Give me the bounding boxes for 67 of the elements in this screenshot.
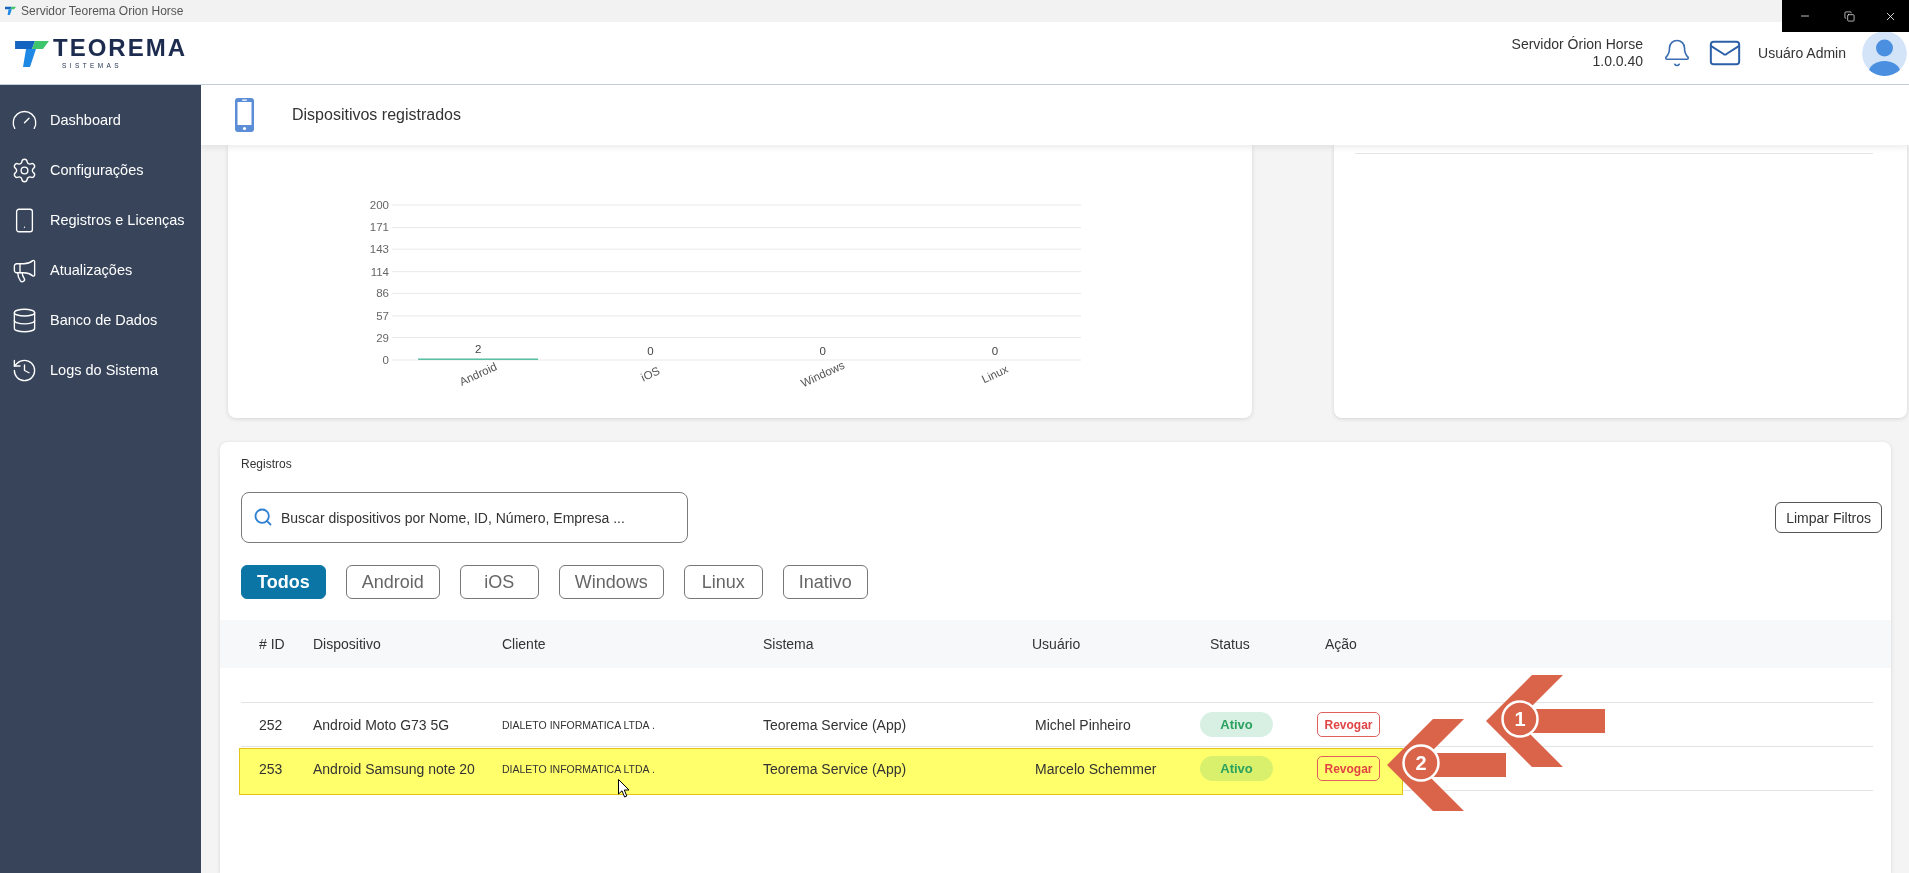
version-label: 1.0.0.40 (1592, 53, 1644, 70)
sidebar-item[interactable]: Dashboard (0, 95, 201, 145)
data-label: 0 (819, 345, 826, 357)
data-label: 2 (474, 343, 482, 356)
table-cell: Teorema Service (App) (763, 716, 907, 733)
search-field[interactable]: Buscar dispositivos por Nome, ID, Número, Empresa ... (241, 492, 688, 543)
app-icon (5, 6, 16, 16)
column-header: Sistema (763, 636, 815, 652)
pointer-cursor-icon (618, 779, 630, 798)
filter-tab[interactable]: iOS (459, 565, 539, 599)
column-header: Cliente (502, 636, 547, 652)
table-cell-text: 253 (258, 760, 283, 777)
y-axis-label: 29 (376, 331, 389, 344)
table-cell: Android Moto G73 5G (313, 716, 450, 733)
table-cell-text: Michel Pinheiro (1034, 716, 1131, 733)
revoke-button[interactable]: Revogar (1317, 756, 1380, 781)
step-number-marker: 1 (1501, 700, 1539, 738)
revoke-button[interactable]: Revogar (1317, 712, 1380, 737)
filter-tab[interactable]: Todos (241, 565, 326, 599)
sidebar-item[interactable]: Banco de Dados (0, 295, 201, 345)
y-axis-label: 57 (376, 309, 389, 322)
table-cell: Teorema Service (App) (763, 760, 907, 777)
y-axis-label: 114 (370, 265, 389, 278)
y-axis-label: 0 (382, 354, 389, 366)
page-title: Dispositivos registrados (292, 106, 461, 124)
x-axis-label: Linux (979, 362, 1010, 386)
filter-tab[interactable]: Windows (558, 565, 664, 599)
user-name: Usuáro Admin (1758, 45, 1846, 61)
window-title: Servidor Teorema Orion Horse (21, 4, 184, 18)
column-header: Dispositivo (313, 636, 382, 652)
filter-tab[interactable]: Inativo (782, 565, 868, 599)
x-axis-label: iOS (639, 364, 662, 384)
table-cell-text: 252 (258, 716, 283, 733)
logo-icon (15, 38, 49, 68)
y-axis-label: 200 (369, 199, 389, 211)
step-number-marker: 2 (1402, 744, 1440, 782)
restore-icon (1844, 10, 1855, 22)
search-icon (253, 507, 273, 527)
status-pill: Ativo (1200, 712, 1273, 737)
column-header: Usuário (1032, 636, 1082, 652)
data-label: 0 (991, 345, 999, 357)
column-header: Ação (1324, 636, 1358, 652)
logo-wordmark: TEOREMA (53, 36, 187, 61)
y-axis-label: 171 (369, 221, 389, 234)
smartphone-icon (235, 98, 254, 132)
data-label: 0 (647, 345, 654, 357)
column-header: # ID (258, 636, 286, 652)
sidebar-item[interactable]: Registros e Licenças (0, 195, 201, 245)
sidebar-item[interactable]: Atualizações (0, 245, 201, 295)
table-cell: DIALETO INFORMATICA LTDA . (502, 762, 655, 775)
database-icon (11, 306, 38, 334)
section-title: Registros (240, 456, 293, 472)
y-axis-label: 143 (369, 243, 389, 256)
filter-tab[interactable]: Android (345, 565, 440, 599)
status-pill: Ativo (1200, 756, 1273, 781)
table-cell: DIALETO INFORMATICA LTDA . (502, 718, 655, 731)
avatar-icon[interactable] (1862, 30, 1907, 76)
column-header: Status (1209, 636, 1251, 652)
clear-filters-button[interactable]: Limpar Filtros (1775, 502, 1882, 533)
gear-icon (11, 156, 38, 184)
sidebar-item[interactable]: Logs do Sistema (0, 345, 201, 395)
server-name: Servidor Órion Horse (1511, 36, 1644, 53)
filter-tab[interactable]: Linux (683, 565, 763, 599)
table-cell-text: Marcelo Schemmer (1034, 760, 1157, 777)
sidebar-item[interactable]: Configurações (0, 145, 201, 195)
table-cell: Android Samsung note 20 (313, 760, 475, 777)
y-axis-label: 86 (376, 287, 389, 300)
